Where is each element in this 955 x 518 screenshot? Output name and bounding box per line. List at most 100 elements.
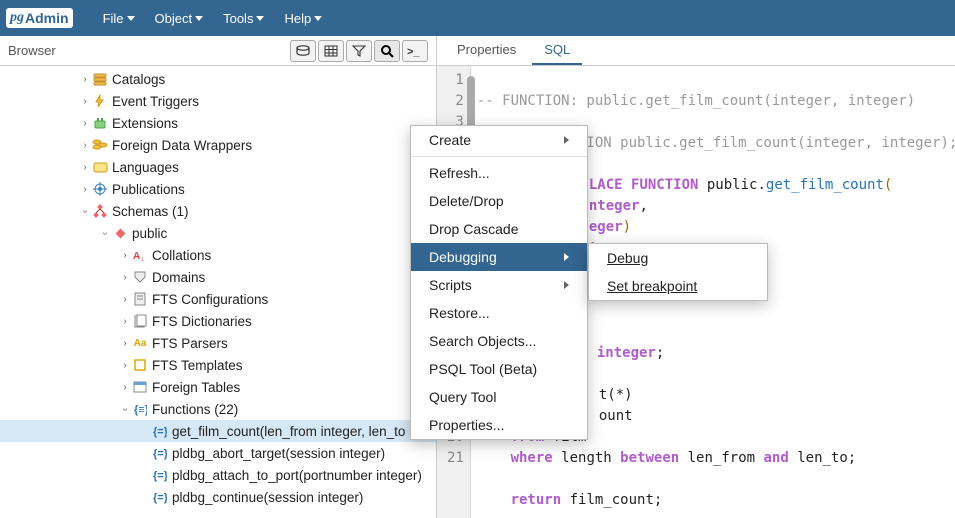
tree-label: Publications (112, 179, 185, 200)
expand-icon[interactable]: › (118, 267, 132, 288)
toolbar-btn-search[interactable] (374, 40, 400, 62)
line-number: 2 (447, 91, 464, 112)
tree-item-fdw[interactable]: ›Foreign Data Wrappers (0, 134, 436, 156)
svg-text:{≡}: {≡} (134, 404, 147, 416)
toolbar-btn-server[interactable] (290, 40, 316, 62)
tree-item-publications[interactable]: › Publications (0, 178, 436, 200)
tree-item-schemas[interactable]: › Schemas (1) (0, 200, 436, 222)
tree-item-functions[interactable]: ›{≡}Functions (22) (0, 398, 436, 420)
expand-icon[interactable]: › (118, 311, 132, 332)
submenu-label: Set breakpoint (607, 278, 697, 294)
ctx-label: Properties... (429, 417, 504, 433)
menu-tools[interactable]: Tools (215, 5, 272, 32)
fdw-icon (92, 137, 108, 153)
expand-icon[interactable]: › (118, 333, 132, 354)
svg-text:>_: >_ (407, 46, 420, 57)
expand-icon[interactable]: › (118, 289, 132, 310)
menu-file[interactable]: File (95, 5, 143, 32)
ctx-restore[interactable]: Restore... (411, 299, 587, 327)
ctx-psql-tool[interactable]: PSQL Tool (Beta) (411, 355, 587, 383)
toolbar-btn-terminal[interactable]: >_ (402, 40, 428, 62)
menu-help-label: Help (284, 11, 311, 26)
tree-label: FTS Parsers (152, 333, 228, 354)
expand-icon[interactable]: › (118, 245, 132, 266)
tree-item-event-triggers[interactable]: › Event Triggers (0, 90, 436, 112)
menu-file-label: File (103, 11, 124, 26)
collapse-icon[interactable]: › (95, 226, 116, 240)
tree-item-foreign-tables[interactable]: ›Foreign Tables (0, 376, 436, 398)
top-menu-bar: pgAdmin File Object Tools Help (0, 0, 955, 36)
tree-label: Event Triggers (112, 91, 199, 112)
menu-object[interactable]: Object (147, 5, 212, 32)
chevron-right-icon (564, 281, 569, 289)
fts-conf-icon (132, 291, 148, 307)
expand-icon[interactable]: › (78, 113, 92, 134)
ctx-debugging[interactable]: Debugging (411, 243, 587, 271)
tree-item-fts-dict[interactable]: › FTS Dictionaries (0, 310, 436, 332)
ctx-query-tool[interactable]: Query Tool (411, 383, 587, 411)
tree-item-domains[interactable]: ›Domains (0, 266, 436, 288)
ctx-label: Restore... (429, 305, 490, 321)
tree-item-public[interactable]: ›public (0, 222, 436, 244)
ctx-create[interactable]: Create (411, 126, 587, 154)
tree-item-fn-pldbg-attach[interactable]: {=} pldbg_attach_to_port(portnumber integ… (0, 464, 436, 486)
browser-panel: Browser >_ ›Catalogs ›Event Triggers ›Ex… (0, 36, 437, 518)
tree-item-fn-pldbg-abort[interactable]: {=}pldbg_abort_target(session integer) (0, 442, 436, 464)
ctx-label: Refresh... (429, 165, 490, 181)
ctx-scripts[interactable]: Scripts (411, 271, 587, 299)
submenu-set-breakpoint[interactable]: Set breakpoint (589, 272, 767, 300)
tree-item-extensions[interactable]: ›Extensions (0, 112, 436, 134)
tree-item-languages[interactable]: ›Languages (0, 156, 436, 178)
menu-help[interactable]: Help (276, 5, 330, 32)
ctx-properties[interactable]: Properties... (411, 411, 587, 439)
ctx-label: Scripts (429, 277, 472, 293)
submenu-debug[interactable]: Debug (589, 244, 767, 272)
tree-label: Schemas (1) (112, 201, 189, 222)
tab-sql[interactable]: SQL (532, 36, 582, 65)
toolbar-btn-filter[interactable] (346, 40, 372, 62)
expand-icon[interactable]: › (78, 179, 92, 200)
ctx-drop-cascade[interactable]: Drop Cascade (411, 215, 587, 243)
tree-label: pldbg_attach_to_port(portnumber integer) (172, 465, 422, 486)
code-line: -- FUNCTION: public.get_film_count(integ… (477, 93, 915, 109)
tree-label: get_film_count(len_from integer, len_to … (172, 421, 436, 442)
tree-item-fn-get-film-count[interactable]: {=}get_film_count(len_from integer, len_… (0, 420, 436, 442)
collapse-icon[interactable]: › (115, 402, 136, 416)
foreign-tables-icon (132, 379, 148, 395)
ctx-search-objects[interactable]: Search Objects... (411, 327, 587, 355)
line-number: 1 (447, 70, 464, 91)
expand-icon[interactable]: › (118, 377, 132, 398)
publications-icon (92, 181, 108, 197)
ctx-refresh[interactable]: Refresh... (411, 159, 587, 187)
expand-icon[interactable]: › (78, 157, 92, 178)
separator (411, 156, 587, 157)
tree-item-collations[interactable]: ›A↓Collations (0, 244, 436, 266)
tree-label: FTS Templates (152, 355, 243, 376)
expand-icon[interactable]: › (78, 91, 92, 112)
tree-label: FTS Dictionaries (152, 311, 252, 332)
expand-icon[interactable]: › (118, 355, 132, 376)
browser-toolbar: >_ (290, 40, 428, 62)
fts-dict-icon (132, 313, 148, 329)
fts-templates-icon (132, 357, 148, 373)
collapse-icon[interactable]: › (75, 204, 96, 218)
tree-item-fts-templates[interactable]: › FTS Templates (0, 354, 436, 376)
svg-text:{=}: {=} (153, 470, 167, 482)
tree-item-fts-conf[interactable]: ›FTS Configurations (0, 288, 436, 310)
tree-label: pldbg_continue(session integer) (172, 487, 363, 508)
expand-icon[interactable]: › (78, 135, 92, 156)
ctx-label: PSQL Tool (Beta) (429, 361, 537, 377)
tree-item-fts-parsers[interactable]: ›AaFTS Parsers (0, 332, 436, 354)
expand-icon[interactable]: › (78, 69, 92, 90)
object-tree[interactable]: ›Catalogs ›Event Triggers ›Extensions ›F… (0, 66, 436, 518)
chevron-down-icon (314, 16, 322, 21)
toolbar-btn-grid[interactable] (318, 40, 344, 62)
filter-icon (352, 45, 366, 57)
tab-properties[interactable]: Properties (445, 36, 528, 65)
tree-item-fn-pldbg-continue[interactable]: {=}pldbg_continue(session integer) (0, 486, 436, 508)
ctx-delete[interactable]: Delete/Drop (411, 187, 587, 215)
tree-item-catalogs[interactable]: ›Catalogs (0, 68, 436, 90)
function-icon: {=} (152, 423, 168, 439)
fts-parsers-icon: Aa (132, 335, 148, 351)
tree-label: Collations (152, 245, 211, 266)
